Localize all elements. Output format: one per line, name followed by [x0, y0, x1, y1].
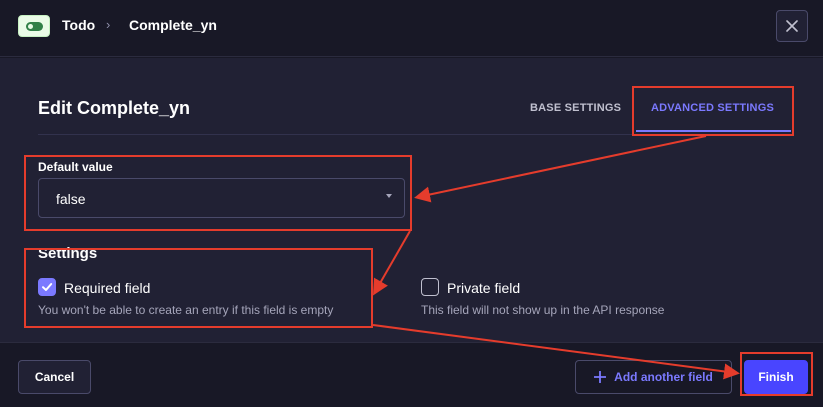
finish-button-label: Finish — [758, 370, 794, 384]
active-tab-indicator — [636, 130, 791, 132]
required-field-label[interactable]: Required field — [64, 280, 150, 296]
private-field-checkbox[interactable] — [421, 278, 439, 296]
add-another-field-button[interactable]: Add another field — [575, 360, 732, 394]
add-another-field-label: Add another field — [614, 370, 713, 384]
modal-body: Edit Complete_yn BASE SETTINGS ADVANCED … — [0, 58, 823, 342]
cancel-button-label: Cancel — [34, 370, 75, 384]
required-field-checkbox[interactable] — [38, 278, 56, 296]
modal-header: Todo › Complete_yn — [0, 0, 823, 57]
boolean-field-icon — [18, 15, 50, 37]
settings-title: Settings — [38, 245, 98, 262]
page-title: Edit Complete_yn — [38, 98, 191, 118]
default-value-label: Default value — [38, 160, 113, 174]
required-field-hint: You won't be able to create an entry if … — [38, 303, 334, 317]
private-field-label[interactable]: Private field — [447, 280, 520, 296]
close-button[interactable] — [776, 10, 808, 42]
breadcrumb-separator: › — [106, 17, 111, 32]
default-value-select[interactable]: false — [38, 178, 405, 218]
plus-icon — [594, 371, 607, 383]
tab-advanced-settings[interactable]: ADVANCED SETTINGS — [651, 102, 774, 114]
close-icon — [786, 20, 798, 32]
divider — [38, 134, 788, 135]
edit-field-modal: Todo › Complete_yn Edit Complete_yn BASE… — [0, 0, 823, 407]
finish-button[interactable]: Finish — [744, 360, 808, 394]
modal-footer: Cancel Add another field Finish — [0, 342, 823, 407]
breadcrumb-field: Complete_yn — [129, 17, 217, 33]
default-value-selected: false — [56, 191, 86, 207]
cancel-button[interactable]: Cancel — [18, 360, 91, 394]
caret-down-icon — [386, 194, 392, 198]
checkmark-icon — [42, 283, 53, 291]
private-field-hint: This field will not show up in the API r… — [421, 303, 665, 317]
tab-base-settings[interactable]: BASE SETTINGS — [530, 102, 621, 114]
breadcrumb-collection[interactable]: Todo — [62, 17, 95, 33]
